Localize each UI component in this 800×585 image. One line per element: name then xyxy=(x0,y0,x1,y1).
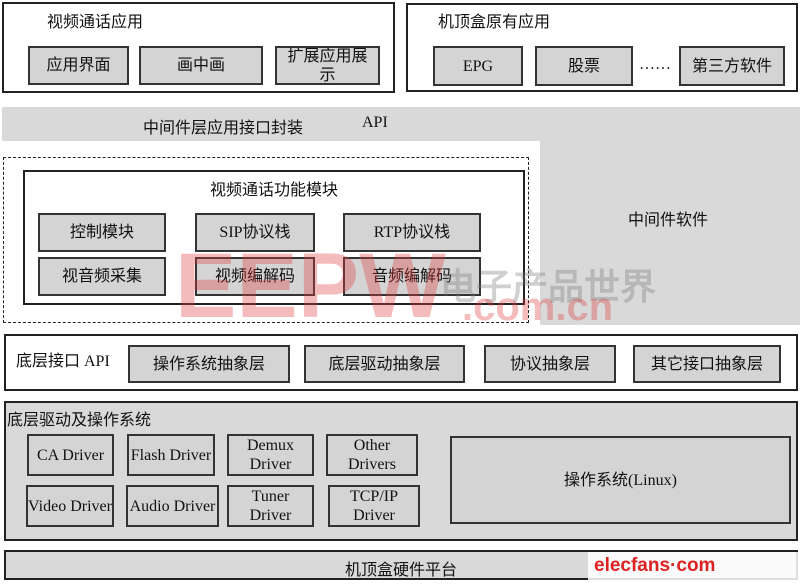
module-box: 控制模块 xyxy=(38,213,166,252)
module-box: 视音频采集 xyxy=(38,257,166,296)
os-box: 操作系统(Linux) xyxy=(450,436,791,524)
driver-box: CA Driver xyxy=(27,434,114,476)
video-call-module-title: 视频通话功能模块 xyxy=(209,182,338,199)
low-level-api-title: 底层接口 API xyxy=(16,353,110,370)
elecfans-watermark: elecfans·com xyxy=(588,552,798,582)
elecfans-logo: elecfans·com xyxy=(594,555,716,576)
app-box: 应用界面 xyxy=(28,46,129,85)
app-box: EPG xyxy=(433,46,523,86)
drivers-os-title: 底层驱动及操作系统 xyxy=(7,412,152,429)
video-call-apps-title: 视频通话应用 xyxy=(47,14,144,31)
driver-box: Tuner Driver xyxy=(227,485,314,527)
app-box: 股票 xyxy=(535,46,633,86)
driver-box: Demux Driver xyxy=(227,434,314,476)
app-box: 第三方软件 xyxy=(679,46,785,86)
abstraction-layer-box: 其它接口抽象层 xyxy=(633,345,781,383)
driver-box: Other Drivers xyxy=(326,434,418,476)
app-box: 扩展应用展示 xyxy=(275,46,380,85)
api-label: API xyxy=(362,114,388,131)
abstraction-layer-box: 操作系统抽象层 xyxy=(128,345,290,383)
driver-box: Audio Driver xyxy=(126,485,219,527)
middleware-api-band xyxy=(2,107,800,141)
middleware-software-label: 中间件软件 xyxy=(628,212,709,229)
eepw-watermark-logo: EEPW xyxy=(175,235,446,337)
driver-box: TCP/IP Driver xyxy=(328,485,420,527)
architecture-diagram: 视频通话应用 应用界面 画中画 扩展应用展示 机顶盒原有应用 EPG 股票 ……… xyxy=(0,0,800,585)
abstraction-layer-box: 协议抽象层 xyxy=(484,345,616,383)
driver-box: Flash Driver xyxy=(127,434,215,476)
ellipsis: …… xyxy=(639,56,671,73)
middleware-api-label: 中间件层应用接口封装 xyxy=(143,120,304,137)
driver-box: Video Driver xyxy=(26,485,114,527)
app-box: 画中画 xyxy=(139,46,263,85)
stb-native-apps-title: 机顶盒原有应用 xyxy=(438,14,551,31)
abstraction-layer-box: 底层驱动抽象层 xyxy=(304,345,465,383)
eepw-watermark-domain: .com.cn xyxy=(462,285,614,329)
